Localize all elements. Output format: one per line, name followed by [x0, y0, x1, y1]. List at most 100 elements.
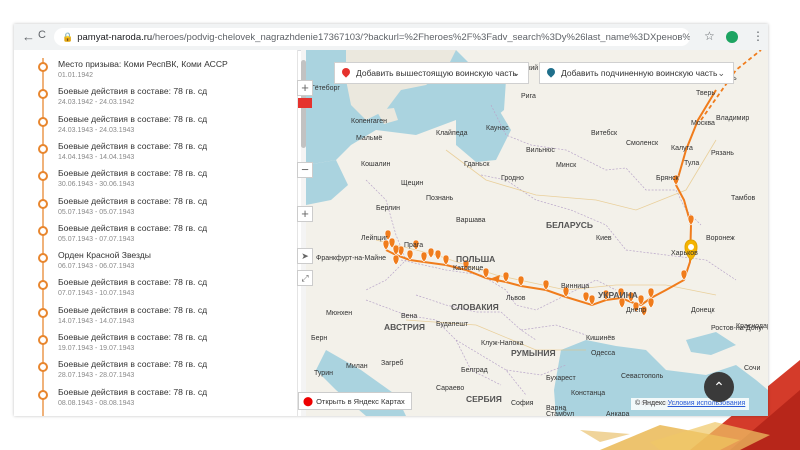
timeline-dot — [38, 143, 48, 154]
zoom-out-button[interactable]: − — [297, 162, 313, 178]
city-label: Катовице — [453, 265, 483, 272]
city-label: Тула — [684, 160, 699, 167]
route-marker[interactable] — [392, 254, 400, 266]
zoom-indicator — [298, 98, 312, 108]
zoom-in-button[interactable]: + — [297, 80, 313, 96]
timeline-dot — [38, 116, 48, 127]
city-label: Гродно — [501, 175, 524, 182]
city-label: Днепр — [626, 307, 646, 314]
timeline-item[interactable]: Боевые действия в составе: 78 гв. сд 07.0… — [14, 276, 294, 306]
timeline-item[interactable]: Боевые действия в составе: 78 гв. сд 30.0… — [14, 167, 294, 197]
country-label: СЛОВАКИЯ — [451, 302, 499, 312]
timeline-item[interactable]: Боевые действия в составе: 78 гв. сд 19.0… — [14, 331, 294, 361]
city-label: Стамбул — [546, 410, 574, 416]
browser-window: ← C 🔒 pamyat-naroda.ru/heroes/podvig-chel… — [14, 24, 768, 416]
timeline-item-date: 05.07.1943 - 05.07.1943 — [58, 208, 135, 216]
address-bar: ← C 🔒 pamyat-naroda.ru/heroes/podvig-chel… — [14, 24, 768, 51]
chevron-down-icon: ⌄ — [717, 68, 725, 78]
timeline-dot — [38, 389, 48, 400]
add-higher-unit-button[interactable]: Добавить вышестоящую воинскую часть ⌄ — [334, 62, 529, 84]
timeline-item-date: 01.01.1942 — [58, 72, 94, 79]
bookmark-star-icon[interactable]: ☆ — [704, 29, 715, 43]
timeline-item-title: Боевые действия в составе: 78 гв. сд — [58, 359, 208, 370]
city-label: Франкфурт-на-Майне — [316, 254, 386, 262]
city-label: Сараево — [436, 385, 464, 392]
map-view[interactable]: БЕЛАРУСЬ СЛОВАКИЯ УКРАИНА АВСТРИЯ РУМЫНИ… — [306, 50, 768, 416]
route-marker[interactable] — [502, 271, 510, 283]
city-label: Минск — [556, 162, 577, 169]
chevron-down-icon: ⌄ — [512, 68, 520, 78]
timeline-dot — [38, 307, 48, 318]
city-label: Мюнхен — [326, 310, 352, 317]
menu-dots-icon[interactable]: ⋮ — [752, 29, 764, 43]
route-marker[interactable] — [647, 297, 655, 309]
city-label: Бухарест — [546, 375, 577, 382]
timeline-item[interactable]: Боевые действия в составе: 78 гв. сд 14.0… — [14, 304, 294, 334]
zoom-plus-button[interactable]: + — [297, 206, 313, 222]
timeline-item[interactable]: Боевые действия в составе: 78 гв. сд 08.0… — [14, 386, 294, 416]
city-label: Гданьск — [464, 161, 490, 168]
country-label: РУМЫНИЯ — [511, 348, 556, 358]
timeline-item[interactable]: Боевые действия в составе: 78 гв. сд 24.0… — [14, 113, 294, 143]
url-field[interactable]: 🔒 pamyat-naroda.ru/heroes/podvig-chelovek… — [54, 28, 690, 46]
city-label: Турин — [314, 370, 333, 377]
open-in-yandex-button[interactable]: ⬤ Открыть в Яндекс Картах — [298, 392, 412, 410]
city-label: Львов — [506, 295, 526, 302]
timeline-item-title: Боевые действия в составе: 78 гв. сд — [58, 86, 208, 97]
city-label: Витебск — [591, 129, 618, 137]
timeline-item[interactable]: Боевые действия в составе: 78 гв. сд 24.0… — [14, 85, 294, 115]
extension-icon[interactable] — [726, 31, 738, 43]
route-marker[interactable] — [680, 269, 688, 281]
locate-icon[interactable]: ➤ — [297, 248, 313, 264]
route-marker[interactable] — [427, 247, 435, 259]
timeline-item-date: 24.03.1943 - 24.03.1943 — [58, 126, 135, 134]
city-label: Калуга — [671, 145, 693, 152]
city-label: Гётеборг — [311, 84, 340, 92]
add-higher-unit-label: Добавить вышестоящую воинскую часть — [356, 68, 517, 78]
city-label: Харьков — [671, 250, 698, 257]
city-label: Щецин — [401, 180, 423, 187]
timeline-dot — [38, 362, 48, 373]
map-canvas[interactable]: БЕЛАРУСЬ СЛОВАКИЯ УКРАИНА АВСТРИЯ РУМЫНИ… — [306, 50, 768, 416]
timeline-item[interactable]: Орден Красной Звезды 06.07.1943 - 06.07.1… — [14, 249, 294, 279]
route-marker[interactable] — [442, 254, 450, 266]
add-lower-unit-button[interactable]: Добавить подчиненную воинскую часть ⌄ — [539, 62, 734, 84]
timeline-item[interactable]: Боевые действия в составе: 78 гв. сд 28.0… — [14, 358, 294, 388]
city-label: Клуж-Напока — [481, 340, 524, 347]
timeline-item-title: Боевые действия в составе: 78 гв. сд — [58, 304, 208, 315]
route-marker[interactable] — [542, 279, 550, 291]
city-label: Мальмё — [356, 135, 382, 142]
city-label: Смоленск — [626, 140, 659, 147]
timeline-item[interactable]: Место призыва: Коми РеспВК, Коми АССР 01.… — [14, 58, 294, 88]
city-label: Москва — [691, 120, 715, 127]
scroll-up-button[interactable]: ⌃ — [704, 372, 734, 402]
city-label: Загреб — [381, 359, 403, 367]
timeline-item-title: Боевые действия в составе: 78 гв. сд — [58, 195, 208, 206]
route-marker[interactable] — [420, 251, 428, 263]
city-label: Рязань — [711, 150, 734, 157]
copyright-text: © Яндекс — [635, 400, 666, 407]
add-lower-unit-label: Добавить подчиненную воинскую часть — [561, 68, 718, 78]
timeline-item[interactable]: Боевые действия в составе: 78 гв. сд 14.0… — [14, 140, 294, 170]
timeline-item[interactable]: Боевые действия в составе: 78 гв. сд 05.0… — [14, 195, 294, 225]
route-marker[interactable] — [434, 249, 442, 261]
timeline-item-date: 28.07.1943 - 28.07.1943 — [58, 372, 135, 380]
city-label: Белград — [461, 367, 488, 374]
fullscreen-icon[interactable]: ⤢ — [297, 270, 313, 286]
city-label: Лейпциг — [361, 234, 388, 242]
city-label: Киев — [596, 235, 612, 242]
timeline-dot — [38, 198, 48, 209]
yandex-pin-icon: ⬤ — [303, 396, 314, 406]
city-label: Вильнюс — [526, 147, 555, 154]
terms-link[interactable]: Условия использования — [668, 400, 746, 407]
route-marker[interactable] — [687, 214, 695, 226]
timeline-item-title: Боевые действия в составе: 78 гв. сд — [58, 277, 208, 288]
back-arrow-icon[interactable]: ← — [22, 29, 35, 44]
country-label: СЕРБИЯ — [466, 394, 502, 404]
reload-icon[interactable]: C — [38, 29, 46, 41]
timeline-dot — [38, 253, 48, 264]
timeline-item-title: Орден Красной Звезды — [58, 250, 151, 261]
route-marker[interactable] — [582, 291, 590, 303]
timeline-item-title: Боевые действия в составе: 78 гв. сд — [58, 140, 208, 151]
timeline-item[interactable]: Боевые действия в составе: 78 гв. сд 05.0… — [14, 222, 294, 252]
